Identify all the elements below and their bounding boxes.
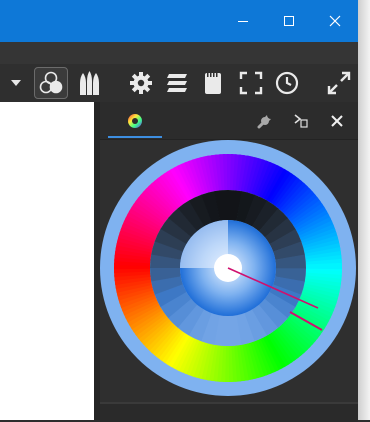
color-selector-docker — [100, 102, 358, 422]
color-selectors-button[interactable] — [34, 64, 68, 102]
menu-strip — [0, 42, 358, 64]
maximize-icon — [284, 16, 294, 26]
expand-button[interactable] — [322, 64, 356, 102]
color-selectors-icon — [39, 71, 63, 94]
window-titlebar — [0, 0, 358, 42]
fullscreen-icon — [239, 71, 263, 95]
settings-button[interactable] — [124, 64, 158, 102]
color-wheel[interactable] — [100, 140, 358, 402]
memory-button[interactable] — [196, 64, 230, 102]
color-wheel-icon — [128, 114, 142, 128]
drawing-canvas[interactable] — [0, 102, 94, 420]
fullscreen-button[interactable] — [234, 64, 268, 102]
expand-arrows-icon — [327, 71, 351, 95]
docker-float-button[interactable] — [288, 106, 314, 136]
clock-button[interactable] — [270, 64, 304, 102]
minimize-button[interactable] — [220, 0, 266, 42]
float-docker-icon — [294, 114, 308, 128]
close-button[interactable] — [312, 0, 358, 42]
dropdown-arrow-icon — [11, 80, 21, 86]
wrench-icon — [257, 115, 271, 129]
brush-presets-icon — [80, 71, 99, 95]
memory-card-icon — [205, 73, 221, 94]
advanced-color-selector-tab[interactable] — [108, 106, 162, 138]
window-shadow — [358, 0, 370, 420]
layers-icon — [167, 74, 187, 92]
close-docker-icon — [331, 115, 343, 127]
brush-presets-button[interactable] — [72, 64, 106, 102]
gear-icon — [130, 72, 152, 94]
color-wheel-area — [100, 140, 358, 402]
close-icon — [329, 15, 341, 27]
minimize-icon — [238, 21, 248, 22]
docker-settings-button[interactable] — [252, 106, 278, 136]
layers-button[interactable] — [160, 64, 194, 102]
docker-bottom-panel — [100, 402, 358, 422]
docker-tab-bar — [100, 102, 358, 140]
docker-close-button[interactable] — [324, 106, 350, 136]
dropdown-arrow-button[interactable] — [0, 64, 32, 102]
clock-icon — [275, 71, 299, 95]
maximize-button[interactable] — [266, 0, 312, 42]
